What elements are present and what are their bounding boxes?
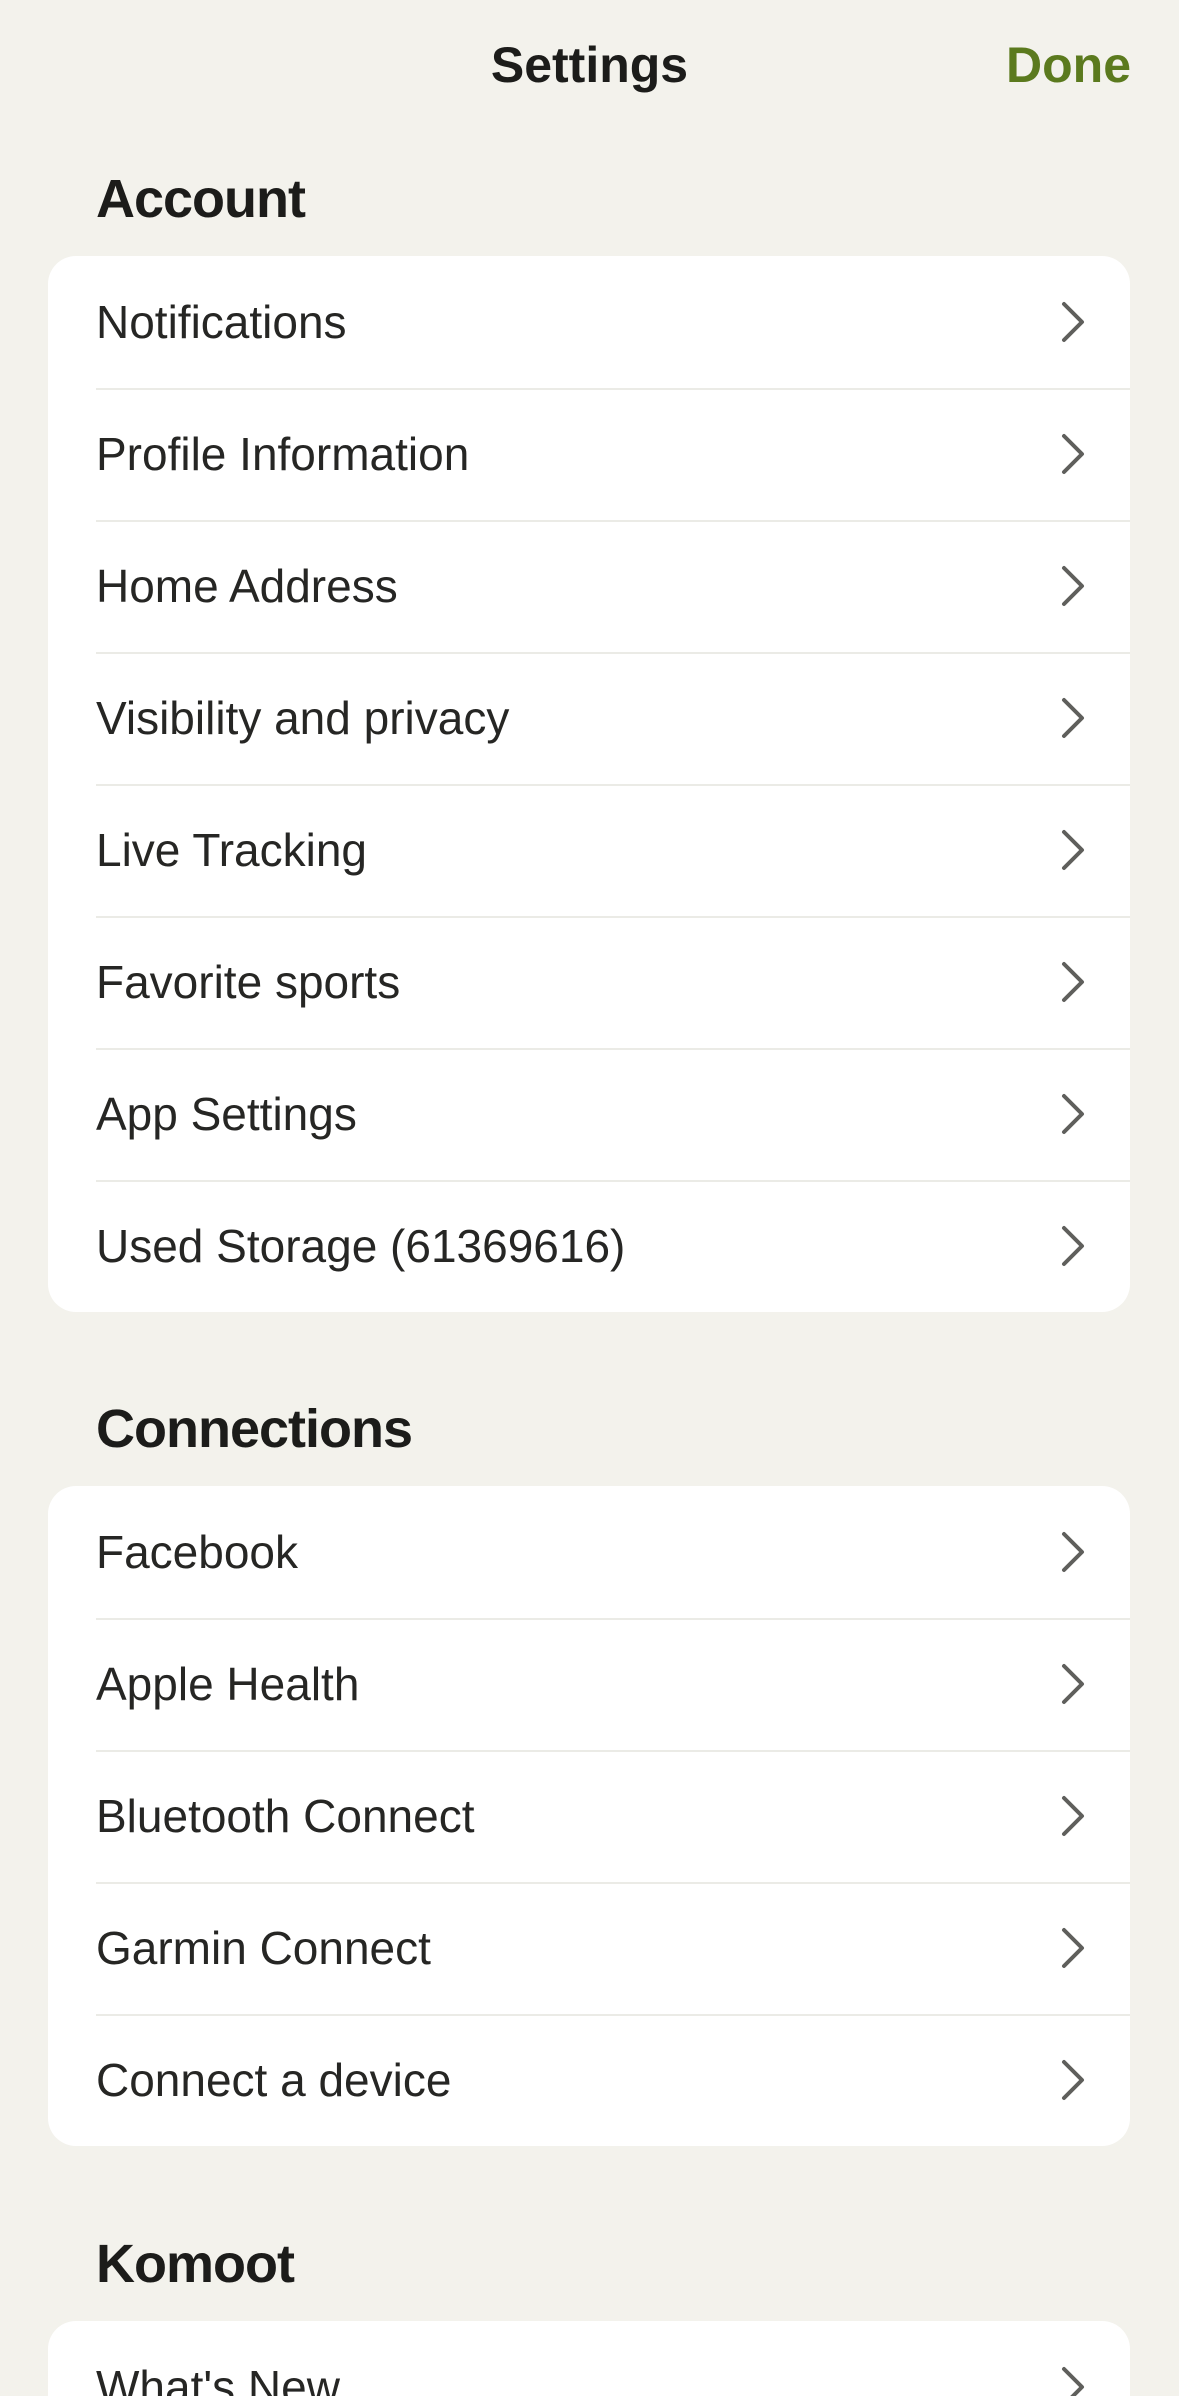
row-label: Home Address: [96, 560, 398, 612]
section-header-account: Account: [96, 169, 306, 229]
settings-row-garmin-connect[interactable]: Garmin Connect: [48, 1882, 1130, 2014]
settings-row-connect-a-device[interactable]: Connect a device: [48, 2014, 1130, 2146]
settings-row-facebook[interactable]: Facebook: [48, 1486, 1130, 1618]
chevron-right-icon: [1058, 2058, 1088, 2102]
row-label: Notifications: [96, 296, 347, 348]
chevron-right-icon: [1058, 960, 1088, 1004]
chevron-right-icon: [1058, 1530, 1088, 1574]
row-label: Bluetooth Connect: [96, 1790, 475, 1842]
done-button[interactable]: Done: [1006, 36, 1131, 94]
row-label: Apple Health: [96, 1658, 360, 1710]
section-header-komoot: Komoot: [96, 2234, 295, 2294]
row-label: Facebook: [96, 1526, 299, 1578]
chevron-right-icon: [1058, 564, 1088, 608]
chevron-right-icon: [1058, 432, 1088, 476]
row-label: Favorite sports: [96, 956, 401, 1008]
settings-row-apple-health[interactable]: Apple Health: [48, 1618, 1130, 1750]
settings-row-live-tracking[interactable]: Live Tracking: [48, 784, 1130, 916]
navigation-bar: Settings Done: [0, 0, 1179, 134]
chevron-right-icon: [1058, 1926, 1088, 1970]
row-label: Visibility and privacy: [96, 692, 510, 744]
chevron-right-icon: [1058, 1092, 1088, 1136]
section-header-connections: Connections: [96, 1399, 413, 1459]
chevron-right-icon: [1058, 696, 1088, 740]
settings-row-bluetooth-connect[interactable]: Bluetooth Connect: [48, 1750, 1130, 1882]
settings-row-visibility-and-privacy[interactable]: Visibility and privacy: [48, 652, 1130, 784]
chevron-right-icon: [1058, 828, 1088, 872]
row-label: What's New: [96, 2361, 340, 2396]
chevron-right-icon: [1058, 1794, 1088, 1838]
row-label: Connect a device: [96, 2054, 452, 2106]
settings-row-profile-information[interactable]: Profile Information: [48, 388, 1130, 520]
settings-row-whats-new[interactable]: What's New: [48, 2321, 1130, 2396]
chevron-right-icon: [1058, 1662, 1088, 1706]
page-title: Settings: [490, 37, 689, 93]
chevron-right-icon: [1058, 2365, 1088, 2396]
settings-row-app-settings[interactable]: App Settings: [48, 1048, 1130, 1180]
row-label: Garmin Connect: [96, 1922, 431, 1974]
account-settings-card: Notifications Profile Information Home A…: [48, 256, 1130, 1312]
settings-row-favorite-sports[interactable]: Favorite sports: [48, 916, 1130, 1048]
row-label: App Settings: [96, 1088, 357, 1140]
connections-settings-card: Facebook Apple Health Bluetooth Connect …: [48, 1486, 1130, 2146]
settings-screen: Settings Done Account Notifications Prof…: [0, 0, 1179, 2396]
chevron-right-icon: [1058, 300, 1088, 344]
settings-row-home-address[interactable]: Home Address: [48, 520, 1130, 652]
row-label: Live Tracking: [96, 824, 368, 876]
komoot-settings-card: What's New: [48, 2321, 1130, 2396]
settings-row-used-storage[interactable]: Used Storage (61369616): [48, 1180, 1130, 1312]
row-label: Profile Information: [96, 428, 470, 480]
row-label: Used Storage (61369616): [96, 1220, 626, 1272]
chevron-right-icon: [1058, 1224, 1088, 1268]
settings-row-notifications[interactable]: Notifications: [48, 256, 1130, 388]
